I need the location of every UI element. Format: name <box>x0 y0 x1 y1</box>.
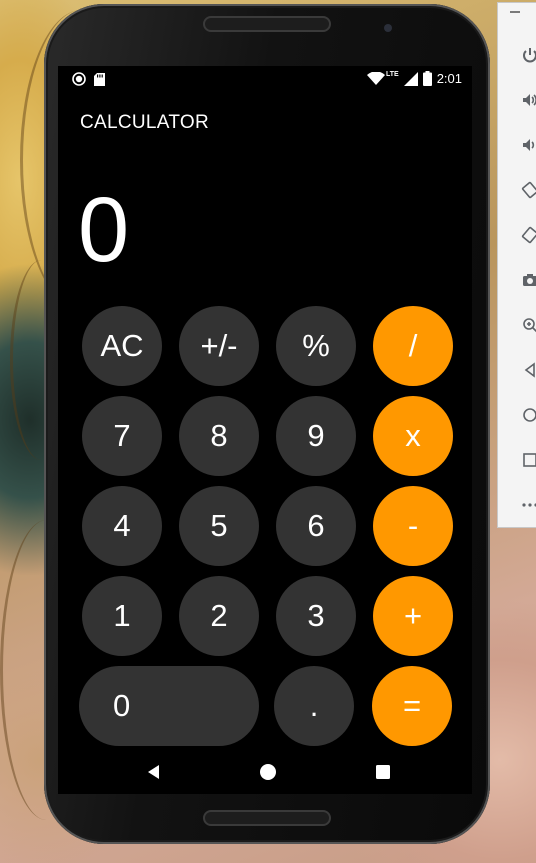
rotate-left-icon[interactable] <box>498 168 536 212</box>
front-camera <box>384 24 392 32</box>
back-icon[interactable] <box>498 348 536 392</box>
result-display: 0 <box>78 179 130 281</box>
back-icon[interactable] <box>144 762 164 782</box>
digit-4-button[interactable]: 4 <box>82 486 162 566</box>
camera-icon[interactable] <box>498 258 536 302</box>
digit-9-button[interactable]: 9 <box>276 396 356 476</box>
equals-button[interactable]: = <box>372 666 452 746</box>
digit-5-button[interactable]: 5 <box>179 486 259 566</box>
wifi-icon <box>366 71 385 85</box>
more-icon[interactable] <box>498 483 536 527</box>
record-icon <box>72 72 86 86</box>
digit-2-button[interactable]: 2 <box>179 576 259 656</box>
top-speaker <box>203 16 331 32</box>
overview-icon[interactable] <box>498 438 536 482</box>
app-title: CALCULATOR <box>80 112 209 133</box>
recents-icon[interactable] <box>373 762 393 782</box>
rotate-right-icon[interactable] <box>498 213 536 257</box>
sd-card-icon <box>94 72 105 86</box>
volume-down-icon[interactable] <box>498 123 536 167</box>
digit-1-button[interactable]: 1 <box>82 576 162 656</box>
clock: 2:01 <box>436 71 462 86</box>
percent-button[interactable]: % <box>276 306 356 386</box>
emulator-toolbar <box>497 2 536 528</box>
power-icon[interactable] <box>498 33 536 77</box>
phone-screen: LTE 2:01 CALCULATOR 0 AC +/- % / 7 8 9 x… <box>58 66 472 794</box>
network-type-label: LTE <box>385 71 399 78</box>
home-icon[interactable] <box>498 393 536 437</box>
decimal-button[interactable]: . <box>274 666 354 746</box>
minimize-icon[interactable] <box>510 11 520 13</box>
digit-3-button[interactable]: 3 <box>276 576 356 656</box>
add-button[interactable]: + <box>373 576 453 656</box>
signal-icon <box>403 71 418 86</box>
zoom-icon[interactable] <box>498 303 536 347</box>
volume-up-icon[interactable] <box>498 78 536 122</box>
toggle-sign-button[interactable]: +/- <box>179 306 259 386</box>
phone-frame: LTE 2:01 CALCULATOR 0 AC +/- % / 7 8 9 x… <box>44 4 490 844</box>
status-bar: LTE 2:01 <box>58 66 472 94</box>
digit-0-button[interactable]: 0 <box>79 666 259 746</box>
divide-button[interactable]: / <box>373 306 453 386</box>
clear-button[interactable]: AC <box>82 306 162 386</box>
digit-7-button[interactable]: 7 <box>82 396 162 476</box>
bottom-speaker <box>203 810 331 826</box>
subtract-button[interactable]: - <box>373 486 453 566</box>
digit-6-button[interactable]: 6 <box>276 486 356 566</box>
battery-icon <box>422 71 432 86</box>
digit-8-button[interactable]: 8 <box>179 396 259 476</box>
home-icon[interactable] <box>258 762 278 782</box>
multiply-button[interactable]: x <box>373 396 453 476</box>
